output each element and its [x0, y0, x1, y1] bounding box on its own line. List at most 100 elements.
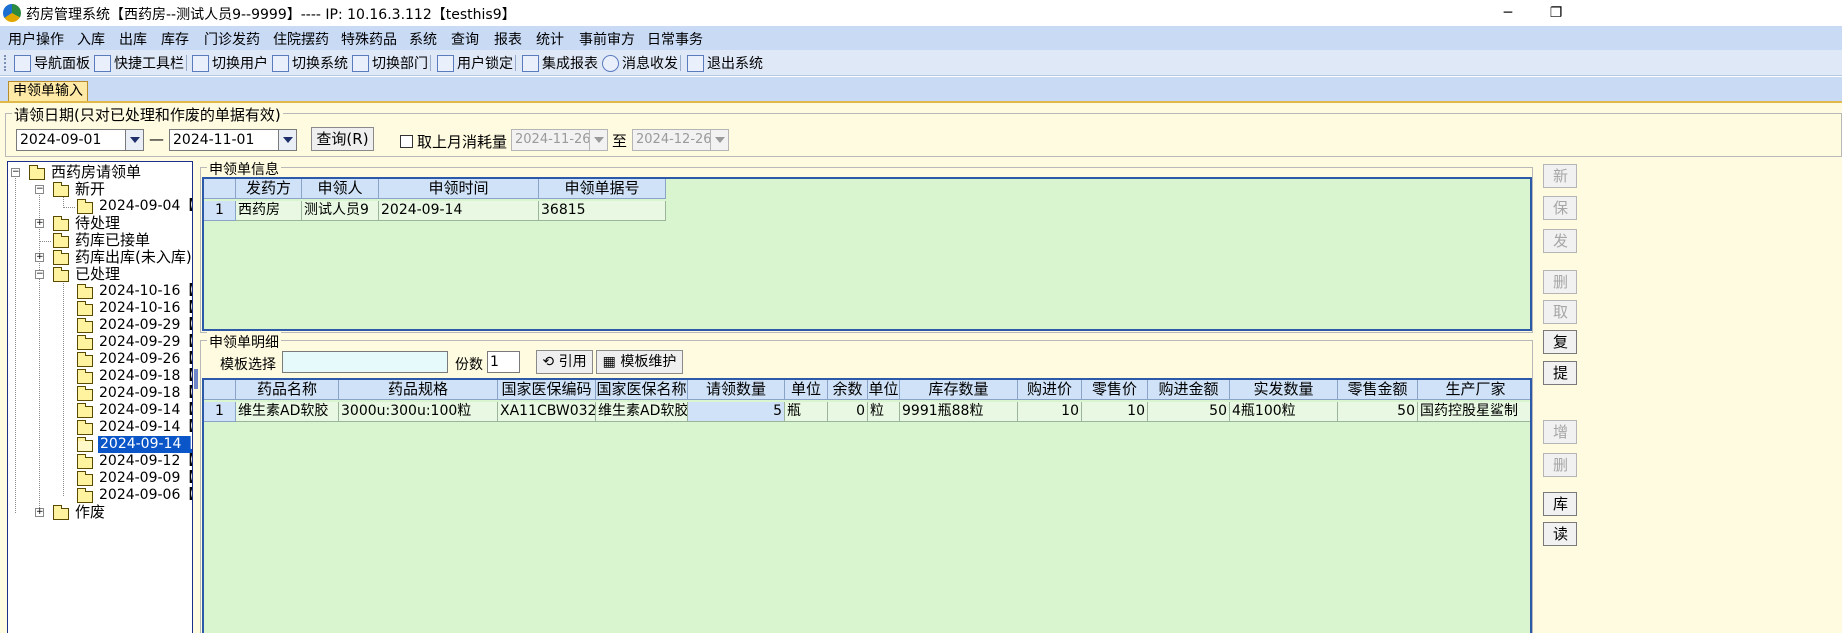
- menu-system[interactable]: 系统: [409, 29, 437, 49]
- menu-inpatient[interactable]: 住院摆药: [273, 29, 329, 49]
- last-month-end-picker[interactable]: 2024-12-26: [632, 129, 729, 151]
- menu-query[interactable]: 查询: [451, 29, 479, 49]
- collapse-icon[interactable]: −: [35, 185, 44, 194]
- column-header[interactable]: 购进价: [1018, 380, 1082, 400]
- collapse-icon[interactable]: −: [11, 168, 20, 177]
- tree-node-item[interactable]: 2024-09-14【: [99, 419, 192, 436]
- cell-dispenser[interactable]: 西药房: [236, 201, 302, 221]
- integrated-report-button[interactable]: 集成报表: [522, 53, 598, 73]
- cell-stock-qty[interactable]: 9991瓶88粒: [900, 402, 1018, 422]
- menu-inbound[interactable]: 入库: [77, 29, 105, 49]
- shortcut-toolbar-button[interactable]: 快捷工具栏: [94, 53, 184, 73]
- copy-button[interactable]: 复: [1543, 330, 1577, 354]
- new-button[interactable]: 新: [1543, 164, 1577, 188]
- tree-node-processed[interactable]: 已处理: [75, 266, 120, 283]
- last-month-start-picker[interactable]: 2024-11-26: [511, 129, 608, 151]
- column-header[interactable]: 药品名称: [236, 380, 339, 400]
- tree-node-item[interactable]: 2024-10-16【: [99, 300, 192, 317]
- column-header[interactable]: 药品规格: [339, 380, 498, 400]
- cell-retail-price[interactable]: 10: [1082, 402, 1148, 422]
- delete-row-button[interactable]: 删: [1543, 453, 1577, 477]
- request-detail-grid[interactable]: 药品名称 药品规格 国家医保编码 国家医保名称 请领数量 单位 余数 单位 库存…: [202, 378, 1532, 633]
- delete-button[interactable]: 删: [1543, 270, 1577, 294]
- template-maintenance-button[interactable]: ▦ 模板维护: [596, 350, 683, 374]
- column-header[interactable]: 生产厂家: [1418, 380, 1530, 400]
- collapse-icon[interactable]: −: [35, 270, 44, 279]
- tree-node-item[interactable]: 2024-09-14【: [99, 402, 192, 419]
- chevron-down-icon[interactable]: [278, 130, 296, 150]
- column-header[interactable]: 购进金额: [1148, 380, 1230, 400]
- switch-system-button[interactable]: 切换系统: [272, 53, 348, 73]
- cell-actual-qty[interactable]: 4瓶100粒: [1230, 402, 1338, 422]
- start-date-picker[interactable]: 2024-09-01: [16, 129, 144, 151]
- tree-node-item[interactable]: 2024-09-09【: [99, 470, 192, 487]
- column-header[interactable]: 库存数量: [900, 380, 1018, 400]
- menu-special-drugs[interactable]: 特殊药品: [341, 29, 397, 49]
- cell-drug-name[interactable]: 维生素AD软胶: [236, 402, 339, 422]
- request-tree[interactable]: − 西药房请领单 − 新开 2024-09-04【 + 待处理 药库已接单 + …: [7, 161, 193, 633]
- restore-button[interactable]: ❐: [1544, 2, 1568, 24]
- cell-buy-amount[interactable]: 50: [1148, 402, 1230, 422]
- row-number[interactable]: 1: [204, 201, 236, 221]
- last-month-checkbox[interactable]: [400, 135, 413, 148]
- chevron-down-icon[interactable]: [710, 130, 728, 150]
- tree-node-void[interactable]: 作废: [75, 504, 105, 521]
- cell-retail-amount[interactable]: 50: [1338, 402, 1418, 422]
- column-header[interactable]: 发药方: [236, 179, 302, 199]
- cell-doc-no[interactable]: 36815: [539, 201, 666, 221]
- exit-system-button[interactable]: 退出系统: [687, 53, 763, 73]
- tree-node-item[interactable]: 2024-09-29【: [99, 334, 192, 351]
- tree-node-item[interactable]: 2024-10-16【: [99, 283, 192, 300]
- tree-node-item[interactable]: 2024-09-18【: [99, 368, 192, 385]
- column-header[interactable]: 单位: [785, 380, 828, 400]
- chevron-down-icon[interactable]: [125, 130, 143, 150]
- tree-node-item[interactable]: 2024-09-12【: [99, 453, 192, 470]
- tree-node-item[interactable]: 2024-09-06【: [99, 487, 192, 504]
- menu-outbound[interactable]: 出库: [119, 29, 147, 49]
- menu-statistics[interactable]: 统计: [536, 29, 564, 49]
- switch-department-button[interactable]: 切换部门: [352, 53, 428, 73]
- cell-request-time[interactable]: 2024-09-14: [379, 201, 539, 221]
- cell-unit[interactable]: 瓶: [785, 402, 828, 422]
- cell-applicant[interactable]: 测试人员9: [302, 201, 379, 221]
- tree-node-item-selected[interactable]: 2024-09-14【: [98, 436, 192, 453]
- expand-icon[interactable]: +: [35, 219, 44, 228]
- tree-node-root[interactable]: 西药房请领单: [51, 164, 141, 181]
- stock-button[interactable]: 库: [1543, 492, 1577, 516]
- menu-outpatient[interactable]: 门诊发药: [204, 29, 260, 49]
- cancel-button[interactable]: 取: [1543, 300, 1577, 324]
- column-header[interactable]: 申领人: [302, 179, 379, 199]
- submit-button[interactable]: 提: [1543, 361, 1577, 385]
- tree-node-pending[interactable]: 待处理: [75, 215, 120, 232]
- cell-drug-spec[interactable]: 3000u:300u:100粒: [339, 402, 498, 422]
- chevron-down-icon[interactable]: [589, 130, 607, 150]
- menu-pre-review[interactable]: 事前审方: [579, 29, 635, 49]
- user-lock-button[interactable]: 用户锁定: [437, 53, 513, 73]
- add-row-button[interactable]: 增: [1543, 420, 1577, 444]
- column-header[interactable]: 国家医保名称: [596, 380, 688, 400]
- cell-remainder[interactable]: 0: [828, 402, 868, 422]
- switch-user-button[interactable]: 切换用户: [192, 53, 268, 73]
- tree-node-received[interactable]: 药库已接单: [75, 232, 150, 249]
- column-header[interactable]: 余数: [828, 380, 868, 400]
- column-header[interactable]: 请领数量: [688, 380, 785, 400]
- message-button[interactable]: 消息收发: [602, 53, 678, 73]
- cell-buy-price[interactable]: 10: [1018, 402, 1082, 422]
- column-header[interactable]: 国家医保编码: [498, 380, 596, 400]
- template-select-input[interactable]: [282, 351, 448, 373]
- send-button[interactable]: 发: [1543, 229, 1577, 253]
- request-info-grid[interactable]: 发药方 申领人 申领时间 申领单据号 1 西药房 测试人员9 2024-09-1…: [202, 177, 1532, 331]
- cell-manufacturer[interactable]: 国药控股星鲨制: [1418, 402, 1530, 422]
- cell-insurance-name[interactable]: 维生素AD软胶: [596, 402, 688, 422]
- tree-node-new[interactable]: 新开: [75, 181, 105, 198]
- cite-button[interactable]: ⟲ 引用: [536, 350, 593, 374]
- menu-daily-affairs[interactable]: 日常事务: [647, 29, 703, 49]
- nav-panel-button[interactable]: 导航面板: [14, 53, 90, 73]
- row-number[interactable]: 1: [204, 402, 236, 422]
- cell-request-qty[interactable]: 5: [688, 402, 785, 422]
- tree-node-item[interactable]: 2024-09-04【: [99, 198, 192, 215]
- column-header[interactable]: 零售金额: [1338, 380, 1418, 400]
- tree-node-outbound[interactable]: 药库出库(未入库): [75, 249, 192, 266]
- toolbar-grip[interactable]: [4, 55, 7, 71]
- column-header[interactable]: 申领时间: [379, 179, 539, 199]
